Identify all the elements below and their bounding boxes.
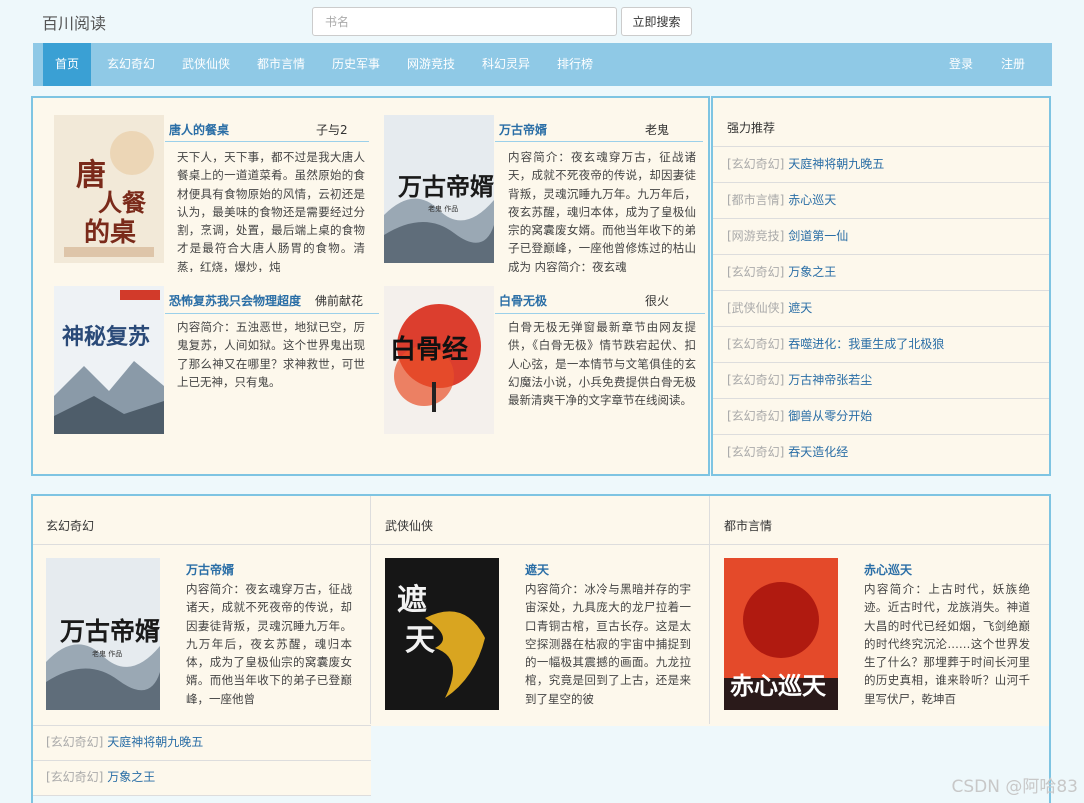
row-divider [33, 544, 1049, 545]
book-description: 内容简介：五浊恶世，地狱已空，厉鬼复苏，人间如狱。这个世界鬼出现了那么神又在哪里… [177, 320, 365, 389]
book-description: 白骨无极无弹窗最新章节由网友提供，《白骨无极》情节跌宕起伏、扣人心弦，是一本情节… [508, 320, 696, 408]
book-link[interactable]: 剑道第一仙 [788, 229, 848, 243]
main-navbar: 首页 玄幻奇幻 武侠仙侠 都市言情 历史军事 网游竞技 科幻灵异 排行榜 登录 … [33, 43, 1052, 86]
category-tag: [武侠仙侠] [727, 301, 785, 315]
recommend-item[interactable]: [玄幻奇幻] 天庭神将朝九晚五 [713, 146, 1049, 182]
category-heading: 都市言情 [724, 519, 773, 533]
book-cover-image[interactable]: 唐 人餐 的桌 [54, 115, 164, 263]
category-tag: [玄幻奇幻] [727, 265, 785, 279]
nav-wuxia[interactable]: 武侠仙侠 [171, 43, 241, 86]
recommend-heading: 强力推荐 [727, 121, 776, 135]
book-description: 内容简介：夜玄魂穿万古，征战诸天，成就不死夜帝的传说，却因妻徒背叛，灵魂沉睡九万… [186, 582, 352, 706]
nav-xuanhuan[interactable]: 玄幻奇幻 [96, 43, 166, 86]
column-divider [709, 496, 710, 724]
nav-home[interactable]: 首页 [43, 43, 91, 86]
category-tag: [玄幻奇幻] [727, 157, 785, 171]
book-link[interactable]: 万象之王 [107, 770, 155, 784]
recommend-item[interactable]: [武侠仙侠] 遮天 [713, 290, 1049, 326]
book-author: 佛前献花 [315, 294, 364, 308]
column-divider [370, 496, 371, 724]
book-link[interactable]: 吞天造化经 [788, 445, 848, 459]
svg-text:万古帝婿: 万古帝婿 [60, 617, 160, 646]
category-tag: [玄幻奇幻] [727, 409, 785, 423]
svg-text:老鬼 作品: 老鬼 作品 [428, 204, 458, 213]
book-cover-image[interactable]: 万古帝婿 老鬼 作品 [384, 115, 494, 263]
book-cover-image[interactable]: 万古帝婿 老鬼 作品 [46, 558, 160, 710]
book-link[interactable]: 御兽从零分开始 [788, 409, 872, 423]
svg-text:白骨经: 白骨经 [390, 334, 468, 365]
book-link[interactable]: 天庭神将朝九晚五 [107, 735, 203, 749]
search-button[interactable]: 立即搜索 [621, 7, 692, 36]
category-heading: 武侠仙侠 [385, 519, 434, 533]
watermark: CSDN @阿哈83 [951, 777, 1078, 797]
book-cover-image[interactable]: 神秘复苏 [54, 286, 164, 434]
book-description: 内容简介：上古时代，妖族绝迹。近古时代，龙族消失。神道大昌的时代已经如烟，飞剑绝… [864, 582, 1030, 706]
recommend-item[interactable]: [玄幻奇幻] 吞噬进化：我重生成了北极狼 [713, 326, 1049, 362]
category-heading: 玄幻奇幻 [46, 519, 95, 533]
book-link[interactable]: 吞噬进化：我重生成了北极狼 [788, 337, 944, 351]
title-divider [495, 313, 705, 314]
title-divider [165, 313, 379, 314]
nav-lishi[interactable]: 历史军事 [321, 43, 391, 86]
book-cover-image[interactable]: 遮 天 [385, 558, 499, 710]
category-tag: [玄幻奇幻] [46, 770, 104, 784]
recommend-item[interactable]: [网游竞技] 剑道第一仙 [713, 218, 1049, 254]
book-cover-image[interactable]: 赤心巡天 [724, 558, 838, 710]
book-title-link[interactable]: 唐人的餐桌 [169, 121, 229, 138]
category-tag: [网游竞技] [727, 229, 785, 243]
book-title-link[interactable]: 恐怖复苏我只会物理超度 [169, 292, 301, 309]
book-link[interactable]: 万象之王 [788, 265, 836, 279]
book-title-link[interactable]: 遮天 [525, 561, 549, 578]
nav-ranking[interactable]: 排行榜 [546, 43, 604, 86]
category-tag: [玄幻奇幻] [727, 337, 785, 351]
book-link[interactable]: 万古神帝张若尘 [788, 373, 872, 387]
book-link[interactable]: 遮天 [788, 301, 812, 315]
svg-text:老鬼 作品: 老鬼 作品 [92, 649, 122, 658]
book-title-link[interactable]: 万古帝婿 [186, 561, 234, 578]
login-link[interactable]: 登录 [941, 43, 981, 86]
book-cover-image[interactable]: 白骨经 [384, 286, 494, 434]
nav-dushi[interactable]: 都市言情 [246, 43, 316, 86]
svg-text:赤心巡天: 赤心巡天 [730, 671, 826, 700]
book-author: 老鬼 [645, 123, 670, 137]
category-list-item[interactable]: [玄幻奇幻] 天庭神将朝九晚五 [33, 725, 371, 760]
svg-text:天: 天 [405, 623, 435, 658]
register-link[interactable]: 注册 [993, 43, 1033, 86]
recommend-item[interactable]: [玄幻奇幻] 万古神帝张若尘 [713, 362, 1049, 398]
book-title-link[interactable]: 赤心巡天 [864, 561, 912, 578]
category-tag: [都市言情] [727, 193, 785, 207]
title-divider [165, 141, 369, 142]
recommend-item[interactable]: [玄幻奇幻] 万象之王 [713, 254, 1049, 290]
svg-text:人餐: 人餐 [98, 188, 147, 217]
svg-text:遮: 遮 [397, 583, 427, 618]
book-link[interactable]: 赤心巡天 [788, 193, 836, 207]
category-tag: [玄幻奇幻] [727, 373, 785, 387]
search-input[interactable] [312, 7, 617, 36]
svg-text:的桌: 的桌 [84, 217, 136, 248]
site-logo[interactable]: 百川阅读 [42, 10, 106, 34]
category-tag: [玄幻奇幻] [46, 735, 104, 749]
nav-wangyou[interactable]: 网游竞技 [396, 43, 466, 86]
recommend-item[interactable]: [玄幻奇幻] 吞天造化经 [713, 434, 1049, 470]
book-author: 子与2 [316, 123, 348, 137]
recommend-item[interactable]: [都市言情] 赤心巡天 [713, 182, 1049, 218]
row-divider [33, 795, 371, 796]
category-list-item[interactable]: [玄幻奇幻] 万象之王 [33, 760, 371, 795]
book-title-link[interactable]: 万古帝婿 [499, 121, 547, 138]
book-author: 很火 [645, 294, 670, 308]
svg-text:神秘复苏: 神秘复苏 [62, 324, 150, 350]
recommend-item[interactable]: [玄幻奇幻] 御兽从零分开始 [713, 398, 1049, 434]
nav-kehuan[interactable]: 科幻灵异 [471, 43, 541, 86]
book-link[interactable]: 天庭神将朝九晚五 [788, 157, 884, 171]
title-divider [495, 141, 703, 142]
book-description: 内容简介：夜玄魂穿万古，征战诸天，成就不死夜帝的传说，却因妻徒背叛，灵魂沉睡九万… [508, 150, 696, 272]
category-tag: [玄幻奇幻] [727, 445, 785, 459]
book-description: 内容简介：冰冷与黑暗并存的宇宙深处，九具庞大的龙尸拉着一口青铜古棺，亘古长存。这… [525, 582, 691, 706]
svg-text:万古帝婿: 万古帝婿 [398, 172, 494, 201]
book-description: 天下人，天下事，都不过是我大唐人餐桌上的一道道菜肴。虽然原始的食材便具有食物原始… [177, 150, 365, 272]
book-title-link[interactable]: 白骨无极 [499, 292, 547, 309]
